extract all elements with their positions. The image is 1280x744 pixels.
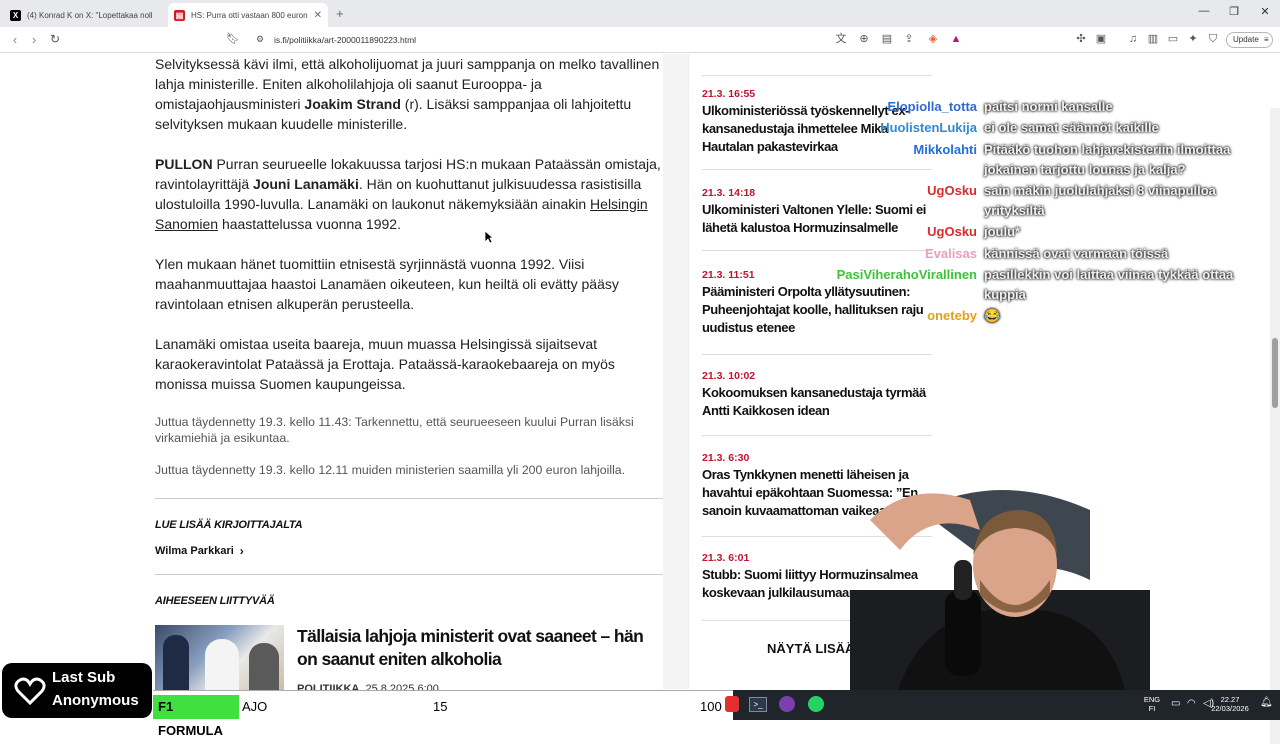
translate-icon[interactable]: 文 bbox=[834, 32, 848, 46]
divider bbox=[702, 169, 932, 170]
author-link[interactable]: Wilma Parkkari › bbox=[155, 541, 663, 561]
notification-icon[interactable]: 🔔︎ bbox=[1260, 697, 1273, 708]
heart-icon bbox=[14, 677, 46, 706]
vpn-icon[interactable]: ⛉ bbox=[1206, 32, 1220, 46]
reader-icon[interactable]: ▤ bbox=[880, 32, 894, 46]
last-sub-label: Last Sub bbox=[52, 669, 116, 686]
related-thumbnail[interactable] bbox=[155, 625, 284, 698]
sidebar-icon[interactable]: ▥ bbox=[1146, 32, 1160, 46]
x-logo-icon: X bbox=[10, 9, 21, 21]
news-ticker: F1 FORMULA AJO 15 100 bbox=[153, 690, 733, 738]
last-sub-widget: Last Sub Anonymous bbox=[2, 663, 152, 718]
divider bbox=[702, 435, 932, 436]
close-window-icon[interactable]: ✕ bbox=[1255, 5, 1275, 18]
zoom-icon[interactable]: ⊕ bbox=[857, 32, 871, 46]
site-info-icon[interactable]: ⚙ bbox=[253, 32, 267, 46]
leo-ai-icon[interactable]: ✦ bbox=[1186, 32, 1200, 46]
bookmark-icon[interactable]: 🔖︎ bbox=[226, 32, 240, 46]
wifi-icon[interactable]: ◠ bbox=[1187, 698, 1196, 709]
extensions-icon[interactable]: ✣ bbox=[1074, 32, 1088, 46]
address-bar: ‹ › ↻ 🔖︎ ⚙ is.fi/politiikka/art-20000118… bbox=[0, 27, 1280, 53]
brave-rewards-icon[interactable]: ▲ bbox=[949, 32, 963, 46]
last-sub-name: Anonymous bbox=[52, 692, 139, 709]
tab-search-icon[interactable]: ▣ bbox=[1094, 32, 1108, 46]
more-from-author-heading: LUE LISÄÄ KIRJOITTAJALTA bbox=[155, 519, 303, 531]
terminal-icon[interactable]: >_ bbox=[749, 697, 767, 712]
clock[interactable]: 22.27 22/03/2026 bbox=[1205, 695, 1255, 713]
wallet-icon[interactable]: ▭ bbox=[1166, 32, 1180, 46]
related-title[interactable]: Tällaisia lahjoja ministerit ovat saanee… bbox=[297, 625, 657, 671]
browser-tab-bar: X (4) Konrad K on X: "Lopettakaa nollat … bbox=[0, 0, 1280, 27]
is-logo-icon: ▤ bbox=[174, 9, 185, 21]
divider bbox=[155, 574, 663, 575]
menu-icon[interactable]: ≡ bbox=[1264, 35, 1269, 44]
ticker-label: F1 FORMULA bbox=[153, 695, 239, 738]
scrollbar-thumb[interactable] bbox=[1272, 338, 1278, 408]
update-note: Juttua täydennetty 19.3. kello 12.11 mui… bbox=[155, 463, 626, 477]
url-field[interactable]: is.fi/politiikka/art-2000011890223.html bbox=[274, 35, 416, 45]
media-icon[interactable]: ♫ bbox=[1126, 32, 1140, 46]
windows-taskbar: >_ ENG FI ▭ ◠ ◁) 22.27 22/03/2026 🔔︎ bbox=[725, 690, 1280, 720]
brave-taskbar-icon[interactable] bbox=[725, 696, 739, 712]
language-indicator[interactable]: ENG FI bbox=[1141, 695, 1163, 713]
reload-icon[interactable]: ↻ bbox=[46, 32, 64, 46]
update-button[interactable]: Update ≡ bbox=[1226, 32, 1273, 48]
tab-label: (4) Konrad K on X: "Lopettakaa nollat bbox=[27, 10, 152, 20]
paragraph: PULLON Purran seurueelle lokakuussa tarj… bbox=[155, 156, 661, 232]
paragraph: Ylen mukaan hänet tuomittiin etnisestä s… bbox=[155, 256, 619, 312]
tab-x[interactable]: X (4) Konrad K on X: "Lopettakaa nollat bbox=[4, 3, 166, 27]
divider bbox=[702, 75, 932, 76]
new-tab-icon[interactable]: + bbox=[336, 6, 344, 21]
update-note: Juttua täydennetty 19.3. kello 11.43: Ta… bbox=[155, 415, 634, 445]
related-heading: AIHEESEEN LIITTYVÄÄ bbox=[155, 595, 275, 607]
ticker-item: AJO bbox=[242, 699, 268, 714]
back-icon[interactable]: ‹ bbox=[6, 32, 24, 47]
paragraph: Lanamäki omistaa useita baareja, muun mu… bbox=[155, 336, 615, 392]
podcast-icon[interactable] bbox=[779, 696, 795, 712]
paragraph: Selvityksessä kävi ilmi, että alkoholiju… bbox=[155, 56, 660, 132]
tab-is[interactable]: ▤ HS: Purra otti vastaan 800 euron ✕ bbox=[168, 3, 328, 27]
network-icon[interactable]: ▭ bbox=[1171, 698, 1180, 709]
brave-shield-icon[interactable]: ◈ bbox=[926, 32, 940, 46]
ticker-item: 100 bbox=[700, 699, 722, 714]
streamer-webcam bbox=[850, 490, 1150, 720]
news-item[interactable]: 21.3. 14:18 Ulkoministeri Valtonen Ylelle… bbox=[702, 187, 937, 237]
divider bbox=[155, 498, 663, 499]
share-icon[interactable]: ⇪ bbox=[902, 32, 916, 46]
forward-icon[interactable]: › bbox=[25, 32, 43, 47]
mouse-cursor-icon bbox=[484, 230, 494, 244]
whatsapp-icon[interactable] bbox=[808, 696, 824, 712]
news-item[interactable]: 21.3. 10:02 Kokoomuksen kansanedustaja ty… bbox=[702, 370, 937, 420]
close-tab-icon[interactable]: ✕ bbox=[314, 10, 322, 21]
sidebar-gutter bbox=[663, 54, 688, 689]
divider bbox=[702, 354, 932, 355]
minimize-icon[interactable]: — bbox=[1194, 5, 1214, 17]
ticker-item: 15 bbox=[433, 699, 448, 714]
scrollbar[interactable] bbox=[1270, 108, 1280, 744]
chevron-right-icon: › bbox=[239, 544, 244, 558]
maximize-icon[interactable]: ❐ bbox=[1224, 5, 1244, 18]
divider bbox=[702, 250, 932, 251]
article-body: Selvityksessä kävi ilmi, että alkoholiju… bbox=[155, 54, 663, 705]
tab-label: HS: Purra otti vastaan 800 euron bbox=[191, 10, 308, 20]
